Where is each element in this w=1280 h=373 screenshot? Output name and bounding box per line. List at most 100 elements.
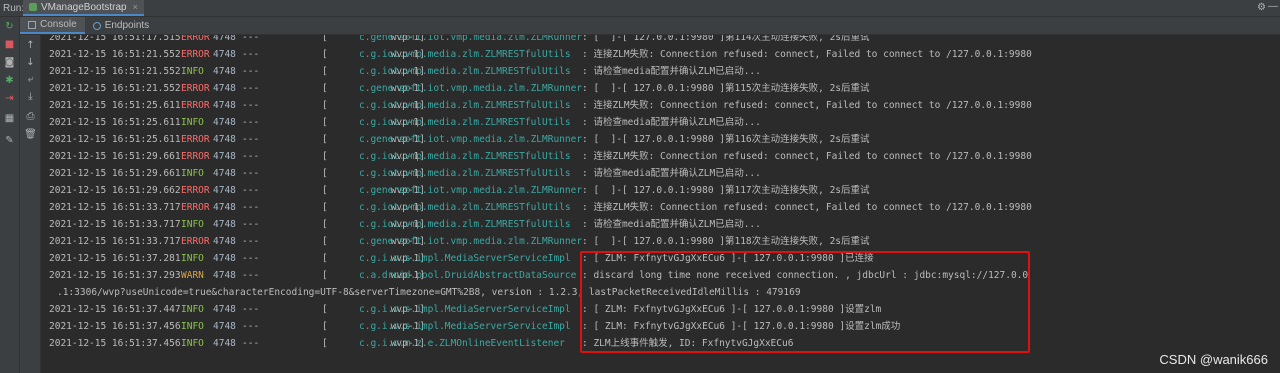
log-separator: --- [242,83,260,94]
log-level: ERROR [181,83,210,94]
log-line: 2021-12-15 16:51:17.515 ERROR 4748 ---[ wvp… [41,35,1280,46]
log-separator: --- [242,321,260,332]
pin-icon[interactable]: ✎ [3,135,16,147]
tab-console[interactable]: Console [20,17,85,34]
log-pid: 4748 [213,66,236,77]
log-message: : 请检查media配置并确认ZLM已启动... [582,66,761,77]
log-logger[interactable]: c.g.i.v.s.impl.MediaServerServiceImpl [359,318,571,335]
log-separator: --- [242,219,260,230]
log-pid: 4748 [213,49,236,60]
log-logger[interactable]: c.g.iot.vmp.media.zlm.ZLMRESTfulUtils [359,114,571,131]
log-timestamp: 2021-12-15 16:51:37.456 [49,338,181,349]
log-pid: 4748 [213,134,236,145]
log-separator: --- [242,202,260,213]
log-level: ERROR [181,35,210,43]
log-message: : 连接ZLM失败: Connection refused: connect, … [582,202,1032,213]
log-message: : [ ]-[ 127.0.0.1:9980 ]第115次主动连接失败, 2s后… [582,83,870,94]
gear-icon[interactable]: ⚙ [1257,2,1266,13]
log-separator: --- [242,270,260,281]
log-level: INFO [181,253,204,264]
log-logger[interactable]: c.g.iot.vmp.media.zlm.ZLMRESTfulUtils [359,165,571,182]
highlight-box [580,251,1030,353]
log-timestamp: 2021-12-15 16:51:29.661 [49,168,181,179]
tab-console-label: Console [40,19,77,30]
log-logger[interactable]: c.g.iot.vmp.media.zlm.ZLMRESTfulUtils [359,63,571,80]
log-logger[interactable]: c.g.iot.vmp.media.zlm.ZLMRESTfulUtils [359,148,571,165]
log-separator: --- [242,49,260,60]
log-timestamp: 2021-12-15 16:51:33.717 [49,219,181,230]
log-level: INFO [181,117,204,128]
log-line: 2021-12-15 16:51:21.552 ERROR 4748 ---[ wvp… [41,46,1280,63]
log-logger[interactable]: c.g.iot.vmp.media.zlm.ZLMRESTfulUtils [359,216,571,233]
log-timestamp: 2021-12-15 16:51:37.447 [49,304,181,315]
log-message: : 请检查media配置并确认ZLM已启动... [582,219,761,230]
log-line: 2021-12-15 16:51:29.662 ERROR 4748 ---[ wvp… [41,182,1280,199]
scroll-up-icon[interactable]: ↑ [24,40,37,52]
log-timestamp: 2021-12-15 16:51:37.293 [49,270,181,281]
run-toolwindow-header: Run: VManageBootstrap × ⚙ — [0,0,1280,17]
log-pid: 4748 [213,83,236,94]
log-logger[interactable]: c.genersoft.iot.vmp.media.zlm.ZLMRunner [359,233,582,250]
log-level: INFO [181,304,204,315]
log-timestamp: 2021-12-15 16:51:25.611 [49,117,181,128]
log-logger[interactable]: c.g.i.v.s.impl.MediaServerServiceImpl [359,301,571,318]
hide-icon[interactable]: — [1268,1,1278,12]
log-timestamp: 2021-12-15 16:51:17.515 [49,35,181,43]
exit-icon[interactable]: ⇥ [3,93,16,105]
log-timestamp: 2021-12-15 16:51:25.611 [49,100,181,111]
log-message: : 连接ZLM失败: Connection refused: connect, … [582,49,1032,60]
log-logger[interactable]: c.g.iot.vmp.media.zlm.ZLMRESTfulUtils [359,97,571,114]
log-separator: --- [242,117,260,128]
rerun-icon[interactable]: ↻ [3,21,16,33]
log-message: : 连接ZLM失败: Connection refused: connect, … [582,100,1032,111]
log-logger[interactable]: c.g.iot.vmp.media.zlm.ZLMRESTfulUtils [359,46,571,63]
log-message: : [ ]-[ 127.0.0.1:9980 ]第117次主动连接失败, 2s后… [582,185,870,196]
log-timestamp: 2021-12-15 16:51:25.611 [49,134,181,145]
print-icon[interactable]: ⎙ [24,111,37,123]
log-timestamp: 2021-12-15 16:51:29.661 [49,151,181,162]
log-line: 2021-12-15 16:51:33.717 ERROR 4748 ---[ wvp… [41,233,1280,250]
log-level: ERROR [181,185,210,196]
stop-icon[interactable]: ■ [3,39,16,51]
log-logger[interactable]: c.g.i.v.m.z.e.ZLMOnlineEventListener [359,335,565,352]
scroll-down-icon[interactable]: ↓ [24,57,37,69]
horizontal-scrollbar[interactable] [41,364,1280,373]
log-logger[interactable]: c.g.iot.vmp.media.zlm.ZLMRESTfulUtils [359,199,571,216]
log-level: WARN [181,270,204,281]
clear-icon[interactable]: 🗑 [24,129,37,141]
log-separator: --- [242,304,260,315]
log-line: 2021-12-15 16:51:33.717 ERROR 4748 ---[ wvp… [41,199,1280,216]
scroll-to-end-icon[interactable]: ⤓ [24,91,37,103]
log-pid: 4748 [213,338,236,349]
log-logger[interactable]: c.g.i.v.s.impl.MediaServerServiceImpl [359,250,571,267]
log-logger[interactable]: c.genersoft.iot.vmp.media.zlm.ZLMRunner [359,80,582,97]
soft-wrap-icon[interactable]: ⤶ [24,74,37,86]
layout-icon[interactable]: ▦ [3,113,16,125]
log-logger[interactable]: c.genersoft.iot.vmp.media.zlm.ZLMRunner [359,35,582,46]
screenshot-icon[interactable]: ◙ [3,57,16,69]
tab-endpoints[interactable]: Endpoints [85,17,157,34]
run-label: Run: [3,2,25,14]
log-message: : 请检查media配置并确认ZLM已启动... [582,117,761,128]
tab-endpoints-label: Endpoints [104,20,150,31]
log-logger[interactable]: c.a.druid.pool.DruidAbstractDataSource [359,267,576,284]
log-line: 2021-12-15 16:51:25.611 INFO 4748 ---[ wvp-… [41,114,1280,131]
log-message: : [ ]-[ 127.0.0.1:9980 ]第116次主动连接失败, 2s后… [582,134,870,145]
debug-icon[interactable]: ✱ [3,75,16,87]
log-separator: --- [242,236,260,247]
log-logger[interactable]: c.genersoft.iot.vmp.media.zlm.ZLMRunner [359,131,582,148]
log-line: 2021-12-15 16:51:33.717 INFO 4748 ---[ wvp-… [41,216,1280,233]
log-level: ERROR [181,49,210,60]
run-config-tab-label: VManageBootstrap [41,1,127,13]
log-pid: 4748 [213,304,236,315]
log-separator: --- [242,134,260,145]
log-separator: --- [242,100,260,111]
log-pid: 4748 [213,202,236,213]
log-separator: --- [242,185,260,196]
log-level: INFO [181,321,204,332]
log-separator: --- [242,151,260,162]
log-separator: --- [242,338,260,349]
run-config-tab[interactable]: VManageBootstrap × [23,0,144,16]
close-tab-icon[interactable]: × [133,2,138,12]
log-logger[interactable]: c.genersoft.iot.vmp.media.zlm.ZLMRunner [359,182,582,199]
